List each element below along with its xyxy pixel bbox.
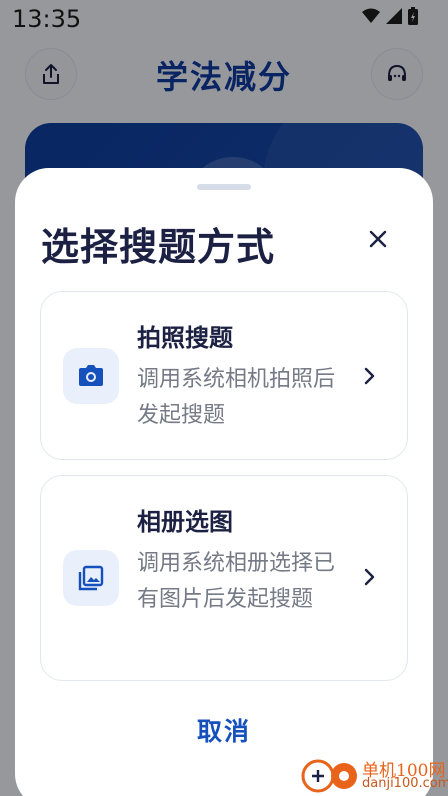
option-title: 拍照搜题	[137, 324, 233, 352]
cancel-button[interactable]: 取消	[15, 712, 433, 748]
chevron-right-icon	[364, 568, 375, 586]
photo-album-icon	[78, 565, 104, 591]
option-title: 相册选图	[137, 508, 233, 536]
option-choose-from-album[interactable]: 相册选图 调用系统相册选择已有图片后发起搜题	[40, 475, 408, 681]
album-icon-box	[63, 550, 119, 606]
sheet-drag-handle[interactable]	[197, 184, 251, 190]
sheet-title: 选择搜题方式	[41, 225, 276, 269]
camera-icon-box	[63, 348, 119, 404]
watermark-logo	[301, 759, 357, 793]
close-button[interactable]	[359, 220, 397, 258]
option-description: 调用系统相机拍照后发起搜题	[137, 367, 336, 428]
option-take-photo[interactable]: 拍照搜题 调用系统相机拍照后发起搜题	[40, 291, 408, 460]
option-description: 调用系统相册选择已有图片后发起搜题	[137, 551, 336, 612]
watermark-url: danji100.com	[362, 776, 448, 791]
search-method-sheet: 选择搜题方式 拍照搜题 调用系统相机拍照后发起搜题 相册选图 调用系统相册选择已…	[15, 168, 433, 796]
site-watermark: 单机100网 danji100.com	[296, 752, 448, 796]
chevron-right-icon	[364, 367, 375, 385]
camera-icon	[79, 365, 103, 386]
close-icon	[369, 230, 387, 248]
